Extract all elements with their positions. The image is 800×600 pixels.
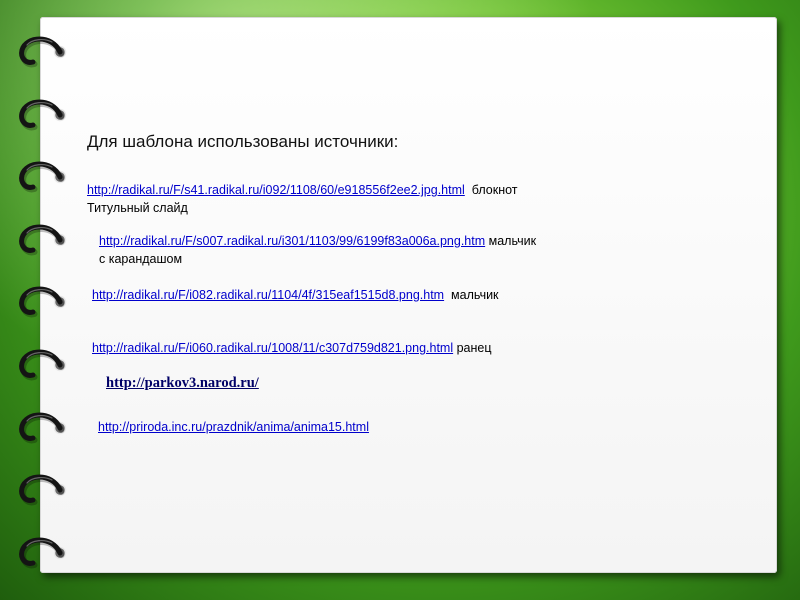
source-link-6[interactable]: http://priroda.inc.ru/prazdnik/anima/ani…	[98, 420, 369, 434]
source-entry-3: http://radikal.ru/F/i082.radikal.ru/1104…	[92, 286, 499, 304]
source-link-4[interactable]: http://radikal.ru/F/i060.radikal.ru/1008…	[92, 341, 453, 355]
notebook-ring-icon	[19, 412, 67, 444]
source-entry-2: http://radikal.ru/F/s007.radikal.ru/i301…	[99, 232, 536, 268]
source-note-1-line2: Титульный слайд	[87, 201, 188, 215]
notebook-ring-icon	[19, 99, 67, 131]
source-note-3: мальчик	[451, 288, 499, 302]
notebook-ring-icon	[19, 286, 67, 318]
source-note-2-line2: с карандашом	[99, 252, 183, 266]
notebook-ring-icon	[19, 224, 67, 256]
notebook-ring-icon	[19, 537, 67, 569]
source-entry-4: http://radikal.ru/F/i060.radikal.ru/1008…	[92, 339, 492, 357]
source-link-2[interactable]: http://radikal.ru/F/s007.radikal.ru/i301…	[99, 234, 485, 248]
source-link-3[interactable]: http://radikal.ru/F/i082.radikal.ru/1104…	[92, 288, 444, 302]
source-link-5[interactable]: http://parkov3.narod.ru/	[106, 375, 259, 391]
source-entry-1: http://radikal.ru/F/s41.radikal.ru/i092/…	[87, 181, 518, 217]
notebook-rings	[19, 36, 67, 569]
source-entry-5: http://parkov3.narod.ru/	[106, 374, 259, 392]
notebook-ring-icon	[19, 349, 67, 381]
notebook-ring-icon	[19, 161, 67, 193]
source-link-1[interactable]: http://radikal.ru/F/s41.radikal.ru/i092/…	[87, 183, 465, 197]
source-note-4: ранец	[456, 341, 492, 355]
notebook-ring-icon	[19, 474, 67, 506]
notebook-ring-icon	[19, 36, 67, 68]
source-note-1: блокнот	[471, 183, 518, 197]
source-entry-6: http://priroda.inc.ru/prazdnik/anima/ani…	[98, 418, 369, 436]
page-title: Для шаблона использованы источники:	[87, 132, 399, 151]
source-note-2: мальчик	[488, 234, 537, 248]
